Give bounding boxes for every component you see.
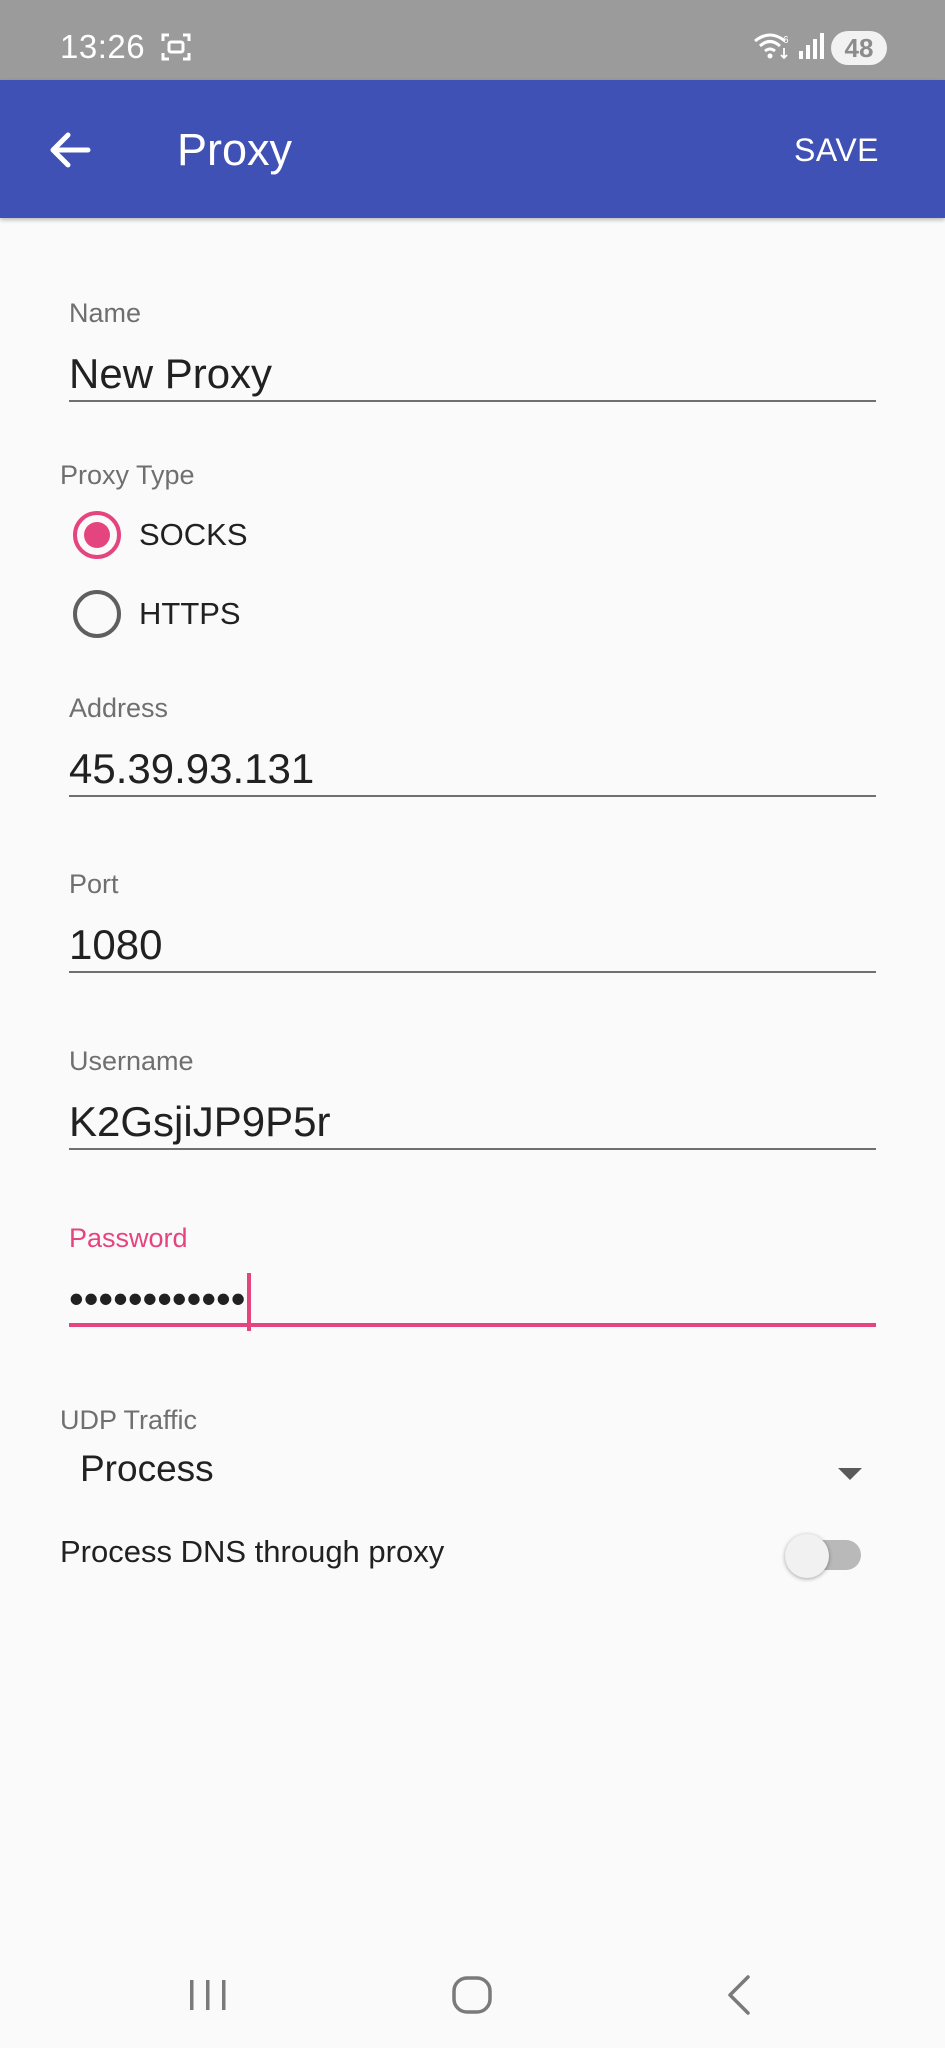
port-input[interactable]: 1080 — [69, 917, 876, 973]
proxy-type-label: Proxy Type — [60, 460, 195, 490]
switch-thumb — [785, 1534, 829, 1578]
dns-setting-row: Process DNS through proxy — [60, 1530, 865, 1580]
radio-socks[interactable]: SOCKS — [73, 511, 248, 559]
radio-https[interactable]: HTTPS — [73, 590, 241, 638]
udp-traffic-value: Process — [80, 1448, 214, 1489]
status-time: 13:26 — [60, 28, 146, 65]
back-button[interactable] — [44, 124, 96, 176]
port-label: Port — [69, 869, 119, 899]
status-icons: 6 48 — [753, 30, 887, 66]
radio-https-label: HTTPS — [139, 596, 241, 631]
page-title: Proxy — [177, 124, 293, 175]
arrow-left-icon — [50, 132, 91, 168]
text-cursor — [247, 1272, 252, 1331]
address-label: Address — [69, 693, 169, 723]
address-field: Address 45.39.93.131 — [69, 693, 876, 797]
recent-apps-button[interactable] — [178, 1970, 238, 2020]
wifi-icon: 6 — [753, 31, 791, 66]
password-field: Password •••••••••••• — [69, 1223, 876, 1331]
dns-toggle-switch[interactable] — [785, 1534, 865, 1578]
svg-text:6: 6 — [783, 35, 789, 46]
udp-traffic-label: UDP Traffic — [60, 1405, 198, 1435]
password-input[interactable]: •••••••••••• — [69, 1271, 876, 1331]
name-input[interactable]: New Proxy — [69, 346, 876, 402]
chevron-left-icon — [728, 1975, 750, 2015]
home-icon — [452, 1976, 492, 2014]
signal-icon — [797, 31, 825, 66]
udp-traffic-dropdown[interactable]: Process — [60, 1440, 862, 1500]
password-value: •••••••••••• — [69, 1275, 246, 1322]
status-bar: 13:26 6 48 — [0, 0, 945, 80]
address-input[interactable]: 45.39.93.131 — [69, 741, 876, 797]
username-input[interactable]: K2GsjiJP9P5r — [69, 1094, 876, 1150]
dropdown-arrow-icon — [838, 1468, 862, 1480]
battery-indicator: 48 — [831, 31, 887, 65]
back-nav-button[interactable] — [708, 1970, 768, 2020]
recent-apps-icon — [190, 1980, 226, 2010]
dns-setting-label: Process DNS through proxy — [60, 1534, 445, 1569]
radio-socks-label: SOCKS — [139, 517, 248, 552]
name-field: Name New Proxy — [69, 298, 876, 402]
radio-unchecked-icon — [73, 590, 121, 638]
port-field: Port 1080 — [69, 869, 876, 973]
home-button[interactable] — [442, 1970, 502, 2020]
username-field: Username K2GsjiJP9P5r — [69, 1046, 876, 1150]
name-label: Name — [69, 298, 142, 328]
app-bar: Proxy SAVE — [0, 80, 945, 218]
radio-checked-icon — [73, 511, 121, 559]
system-nav-bar — [0, 1940, 945, 2048]
password-label: Password — [69, 1223, 188, 1253]
username-label: Username — [69, 1046, 194, 1076]
save-button[interactable]: SAVE — [794, 132, 879, 169]
screenshot-icon — [160, 32, 192, 67]
